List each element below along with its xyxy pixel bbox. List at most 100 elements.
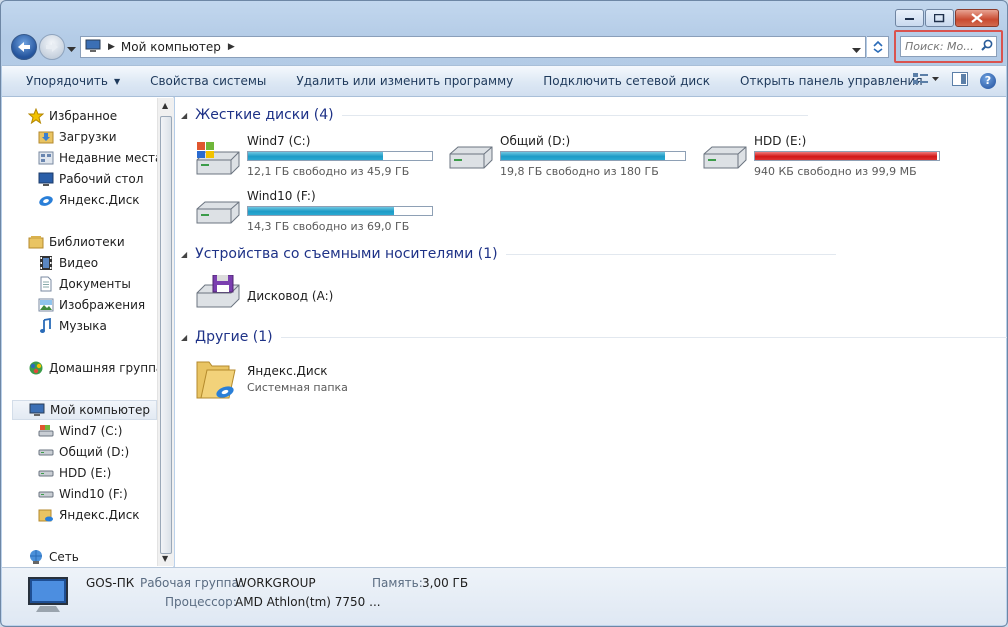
drive-free-space: 19,8 ГБ свободно из 180 ГБ <box>500 165 659 178</box>
refresh-button[interactable] <box>867 36 889 58</box>
floppy-drive-icon <box>195 274 241 314</box>
drive-usage-fill <box>248 152 384 160</box>
yandex-disk-folder-icon <box>38 507 54 523</box>
drive-name: Общий (D:) <box>500 134 571 148</box>
maximize-icon <box>934 13 945 22</box>
organize-label: Упорядочить <box>26 74 108 88</box>
maximize-button[interactable] <box>925 9 954 27</box>
drive-usage-fill <box>755 152 938 160</box>
hard-drive-icon <box>38 465 54 481</box>
nav-label: Документы <box>59 277 131 291</box>
uninstall-program-button[interactable]: Удалить или изменить программу <box>281 74 528 88</box>
group-other[interactable]: ◢ Другие (1) <box>181 329 1007 345</box>
minimize-button[interactable] <box>895 9 924 27</box>
image-icon <box>38 297 54 313</box>
yandex-disk-icon <box>38 192 54 208</box>
drive-e[interactable]: HDD (E:) 940 КБ свободно из 99,9 МБ <box>702 134 962 182</box>
breadcrumb-separator-icon[interactable]: ▶ <box>228 42 235 52</box>
nav-drive-d[interactable]: Общий (D:) <box>38 442 129 462</box>
search-icon[interactable] <box>981 39 993 54</box>
yandex-disk-item[interactable]: Яндекс.Диск Системная папка <box>195 356 395 404</box>
drive-usage-fill <box>248 207 394 215</box>
group-divider <box>280 336 1007 338</box>
nav-drive-c[interactable]: Wind7 (C:) <box>38 421 122 441</box>
hard-drive-icon <box>448 146 494 175</box>
homegroup-icon <box>28 360 44 376</box>
breadcrumb-separator-icon[interactable]: ▶ <box>108 42 115 52</box>
video-icon <box>38 255 54 271</box>
nav-label: Изображения <box>59 298 146 312</box>
nav-favorites[interactable]: Избранное <box>28 106 117 126</box>
item-description: Системная папка <box>247 381 348 394</box>
preview-pane-button[interactable] <box>952 72 968 89</box>
help-button[interactable]: ? <box>980 72 996 89</box>
drive-c[interactable]: Wind7 (C:) 12,1 ГБ свободно из 45,9 ГБ <box>195 134 455 182</box>
nav-label: Избранное <box>49 109 118 123</box>
nav-label: Сеть <box>49 550 79 564</box>
back-button[interactable] <box>11 34 37 60</box>
yandex-disk-folder-icon <box>195 356 241 405</box>
system-drive-icon <box>38 423 54 439</box>
drive-d[interactable]: Общий (D:) 19,8 ГБ свободно из 180 ГБ <box>448 134 708 182</box>
recent-places-icon <box>38 150 54 166</box>
nav-recent-places[interactable]: Недавние места <box>38 148 162 168</box>
chevron-down-icon: ▼ <box>113 76 121 86</box>
system-properties-button[interactable]: Свойства системы <box>135 74 281 88</box>
group-divider <box>505 253 836 255</box>
nav-video[interactable]: Видео <box>38 253 98 273</box>
nav-label: Рабочий стол <box>59 172 144 186</box>
star-icon <box>28 108 44 124</box>
nav-yandex-disk-favorite[interactable]: Яндекс.Диск <box>38 190 140 210</box>
search-input[interactable] <box>905 40 977 53</box>
organize-menu[interactable]: Упорядочить ▼ <box>2 74 135 88</box>
memory-value: 3,00 ГБ <box>422 576 469 590</box>
nav-network[interactable]: Сеть <box>28 547 79 567</box>
system-drive-icon <box>195 142 241 181</box>
nav-documents[interactable]: Документы <box>38 274 131 294</box>
address-bar[interactable]: ▶ Мой компьютер ▶ <box>80 36 866 58</box>
nav-my-computer[interactable]: Мой компьютер <box>12 400 157 420</box>
hard-drive-icon <box>38 486 54 502</box>
drive-usage-bar <box>500 151 686 161</box>
map-network-drive-button[interactable]: Подключить сетевой диск <box>528 74 725 88</box>
pc-name: GOS-ПК <box>86 576 135 590</box>
cpu-label: Процессор: <box>165 595 237 609</box>
close-button[interactable] <box>955 9 999 27</box>
drive-name: Wind7 (C:) <box>247 134 311 148</box>
nav-label: Домашняя группа <box>49 361 164 375</box>
collapse-triangle-icon: ◢ <box>181 332 188 342</box>
nav-libraries[interactable]: Библиотеки <box>28 232 125 252</box>
scroll-down-icon[interactable]: ▼ <box>162 554 168 563</box>
group-removable[interactable]: ◢ Устройства со съемными носителями (1) <box>181 246 836 262</box>
address-dropdown[interactable] <box>852 43 861 57</box>
floppy-drive-a[interactable]: Дисковод (A:) <box>195 274 395 315</box>
breadcrumb-computer[interactable]: Мой компьютер <box>121 40 221 54</box>
nav-label: Wind10 (F:) <box>59 487 128 501</box>
nav-scrollbar[interactable]: ▲ ▼ <box>157 98 174 566</box>
scrollbar-thumb[interactable] <box>160 116 172 554</box>
drive-usage-fill <box>501 152 665 160</box>
nav-drive-e[interactable]: HDD (E:) <box>38 463 111 483</box>
scroll-up-icon[interactable]: ▲ <box>162 101 168 110</box>
view-options-button[interactable] <box>912 72 940 89</box>
nav-downloads[interactable]: Загрузки <box>38 127 117 147</box>
close-icon <box>971 13 983 23</box>
nav-music[interactable]: Музыка <box>38 316 107 336</box>
minimize-icon <box>904 18 914 20</box>
explorer-window: ▶ Мой компьютер ▶ Упорядочить ▼ Свойства … <box>0 0 1008 627</box>
nav-images[interactable]: Изображения <box>38 295 145 315</box>
workgroup-label: Рабочая группа: <box>140 576 243 590</box>
nav-yandex-disk[interactable]: Яндекс.Диск <box>38 505 140 525</box>
nav-drive-f[interactable]: Wind10 (F:) <box>38 484 128 504</box>
nav-desktop[interactable]: Рабочий стол <box>38 169 143 189</box>
drive-f[interactable]: Wind10 (F:) 14,3 ГБ свободно из 69,0 ГБ <box>195 189 455 237</box>
nav-label: Общий (D:) <box>59 445 130 459</box>
downloads-folder-icon <box>38 129 54 145</box>
search-box[interactable] <box>900 36 997 57</box>
group-hard-disks[interactable]: ◢ Жесткие диски (4) <box>181 107 808 123</box>
recent-pages-dropdown[interactable] <box>67 42 76 56</box>
forward-button[interactable] <box>39 34 65 60</box>
memory-label: Память: <box>372 576 423 590</box>
desktop-icon <box>38 171 54 187</box>
nav-homegroup[interactable]: Домашняя группа <box>28 358 163 378</box>
